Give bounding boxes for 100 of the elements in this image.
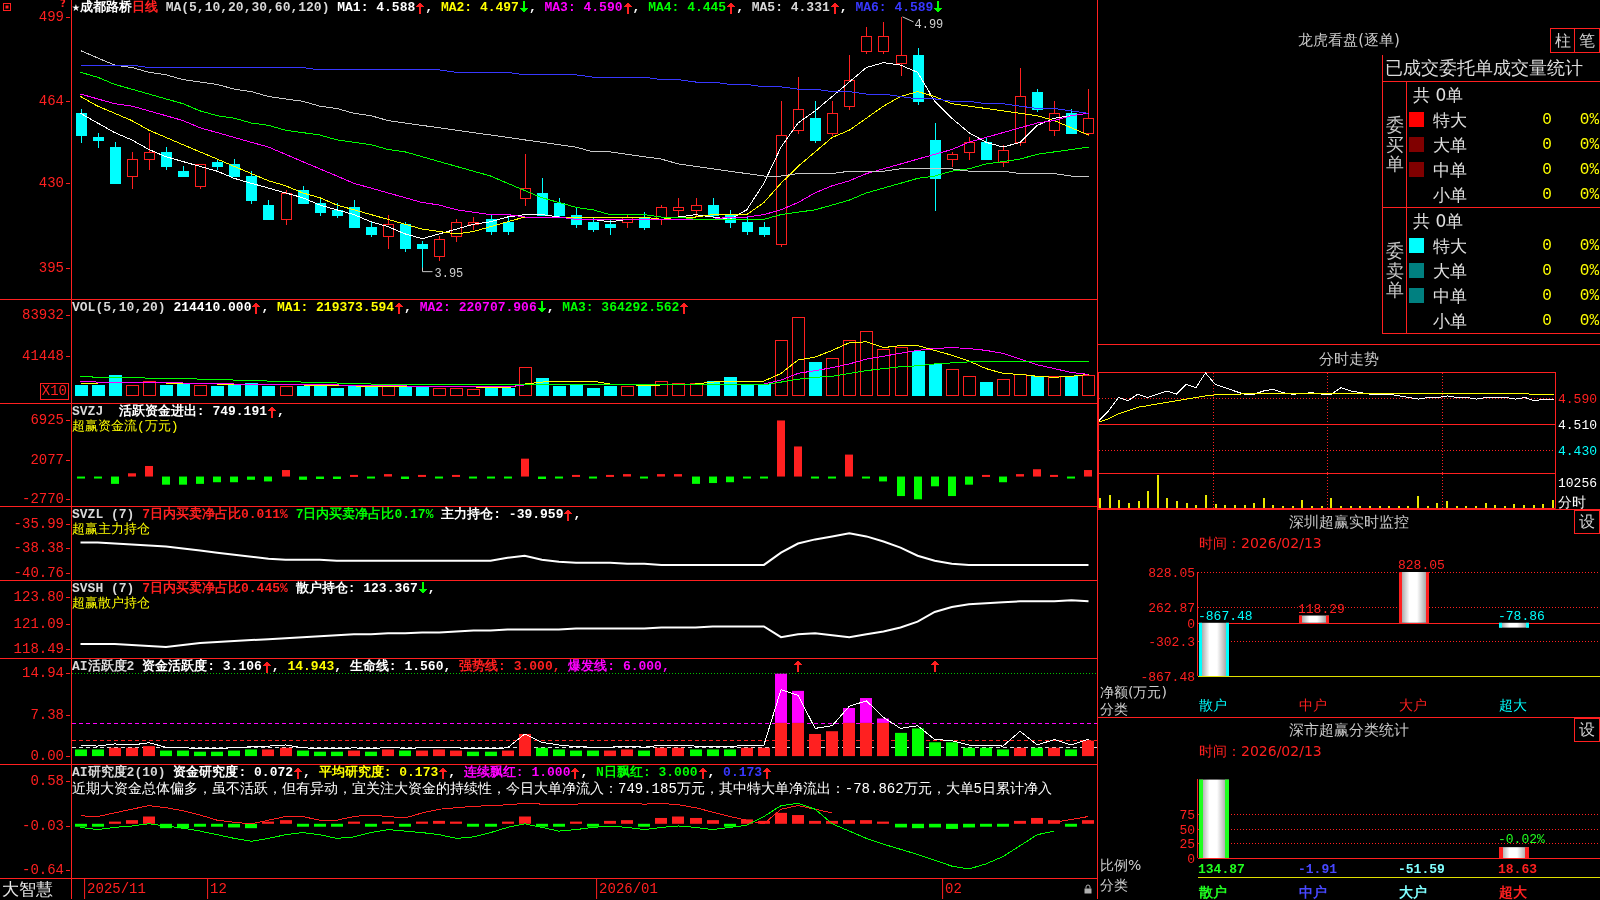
axis-label: 430 [38, 175, 64, 192]
axis-label: 123.80 [13, 589, 64, 606]
section-title: 深市超赢分类统计 [1289, 721, 1409, 739]
axis-label: 0 [1187, 852, 1195, 867]
legend-text: , [546, 300, 556, 315]
legend-text: , [271, 659, 281, 674]
candlestick [981, 137, 992, 160]
candlestick [400, 222, 411, 252]
candlestick [332, 203, 343, 218]
legend-text: 7日内买卖净占比0.011% [142, 507, 289, 522]
section-title: 分时走势 [1319, 349, 1379, 368]
candlestick [896, 17, 907, 76]
candlestick [691, 198, 702, 216]
order-count: 0 [1542, 310, 1552, 331]
indicator-subtitle: 超赢散户持仓 [72, 596, 150, 611]
candlestick [110, 142, 121, 184]
order-size-label: 小单 [1433, 184, 1467, 205]
candlestick [759, 222, 770, 237]
axis-label: -2770 [22, 491, 64, 508]
legend-text: , [427, 581, 436, 596]
axis-label: 50 [1179, 822, 1195, 838]
legend-text: MA4: 4.445 [648, 0, 727, 15]
axis-label: 14.94 [22, 665, 64, 682]
candlestick [127, 152, 138, 189]
bar [1199, 622, 1229, 676]
order-size-label: 特大 [1433, 235, 1467, 256]
leader-line [422, 267, 433, 273]
leader-line [902, 16, 914, 23]
legend-text: 7日内买卖净占比0.17% [295, 507, 435, 522]
order-count: 0 [1542, 159, 1552, 180]
axis-title: 分类 [1100, 701, 1128, 717]
order-size-label: 中单 [1433, 159, 1467, 180]
legend-text: MA2: 4.497 [440, 0, 519, 15]
legend-text: 日线 [131, 0, 158, 15]
candlestick [861, 27, 872, 54]
legend-text: MA2: 220707.906 [419, 300, 537, 315]
order-share: 0% [1579, 109, 1600, 130]
candlestick [878, 22, 889, 54]
square-icon [3, 3, 11, 11]
legend-text: 散户持仓: 123.367 [295, 581, 418, 596]
order-share: 0% [1579, 285, 1600, 306]
legend-text: 活跃资金进出: 749.191 [118, 404, 268, 419]
help-mark[interactable]: ? [60, 0, 66, 9]
legend-text: N日飘红: 3.000 [596, 765, 698, 780]
category-label: 大户 [1399, 697, 1427, 713]
view-toggle-button[interactable]: 笔 [1575, 28, 1600, 53]
table-title: 已成交委托单成交量统计 [1385, 57, 1583, 78]
order-total: 共 0单 [1413, 210, 1464, 231]
candlestick [1032, 89, 1043, 112]
legend-text: AI活跃度2 [72, 659, 136, 674]
candlestick [246, 171, 257, 204]
lock-icon[interactable] [1084, 884, 1092, 894]
candlestick [366, 222, 377, 237]
legend-text: , [573, 507, 582, 522]
candlestick [1066, 109, 1077, 134]
order-count: 0 [1542, 184, 1552, 205]
view-toggle-button[interactable]: 柱 [1550, 28, 1575, 53]
axis-label: 464 [38, 93, 64, 110]
date-label: 2026/01 [596, 879, 658, 899]
candlestick [468, 217, 479, 230]
candlestick [178, 166, 189, 177]
candlestick [298, 186, 309, 204]
legend-text: 资金研究度: 0.072 [173, 765, 294, 780]
brand-name: 大智慧 [1, 879, 53, 899]
order-share: 0% [1579, 310, 1600, 331]
axis-label: -867.48 [1140, 670, 1195, 685]
settings-button[interactable]: 设 [1574, 718, 1600, 742]
order-share: 0% [1579, 134, 1600, 155]
candlestick [263, 200, 274, 220]
candlestick [434, 236, 445, 261]
settings-button[interactable]: 设 [1574, 510, 1600, 534]
order-count: 0 [1542, 109, 1552, 130]
axis-label: 41448 [22, 347, 64, 364]
axis-label: 6925 [30, 412, 64, 429]
value-label: -1.91 [1298, 862, 1337, 877]
order-share: 0% [1579, 235, 1600, 256]
axis-label: 121.09 [13, 615, 64, 632]
axis-label: 75 [1179, 808, 1195, 824]
legend-text: , [448, 765, 458, 780]
indicator-subtitle: 超赢资金流(万元) [72, 419, 179, 434]
legend-text: , [528, 0, 538, 15]
legend-text: , [632, 0, 642, 15]
axis-label: 499 [38, 8, 64, 25]
value-label: 118.29 [1298, 601, 1345, 617]
legend-text: SVZL (7) [72, 507, 136, 522]
axis-label: 828.05 [1148, 566, 1195, 581]
axis-label: 395 [38, 259, 64, 276]
volume-axis-title: 分时 [1558, 494, 1586, 509]
axis-title: 比例% [1100, 857, 1142, 873]
order-share: 0% [1579, 159, 1600, 180]
candlestick [998, 145, 1009, 167]
legend-text: 主力持仓: -39.959 [441, 507, 564, 522]
legend-text: , [839, 0, 849, 15]
order-count: 0 [1542, 235, 1552, 256]
legend-text: , [334, 659, 344, 674]
axis-label: 4.510 [1558, 417, 1597, 433]
legend-text: SVZJ [72, 404, 105, 419]
order-size-label: 特大 [1433, 109, 1467, 130]
candlestick [793, 77, 804, 134]
legend-text: 强势线: 3.000, [459, 659, 562, 674]
